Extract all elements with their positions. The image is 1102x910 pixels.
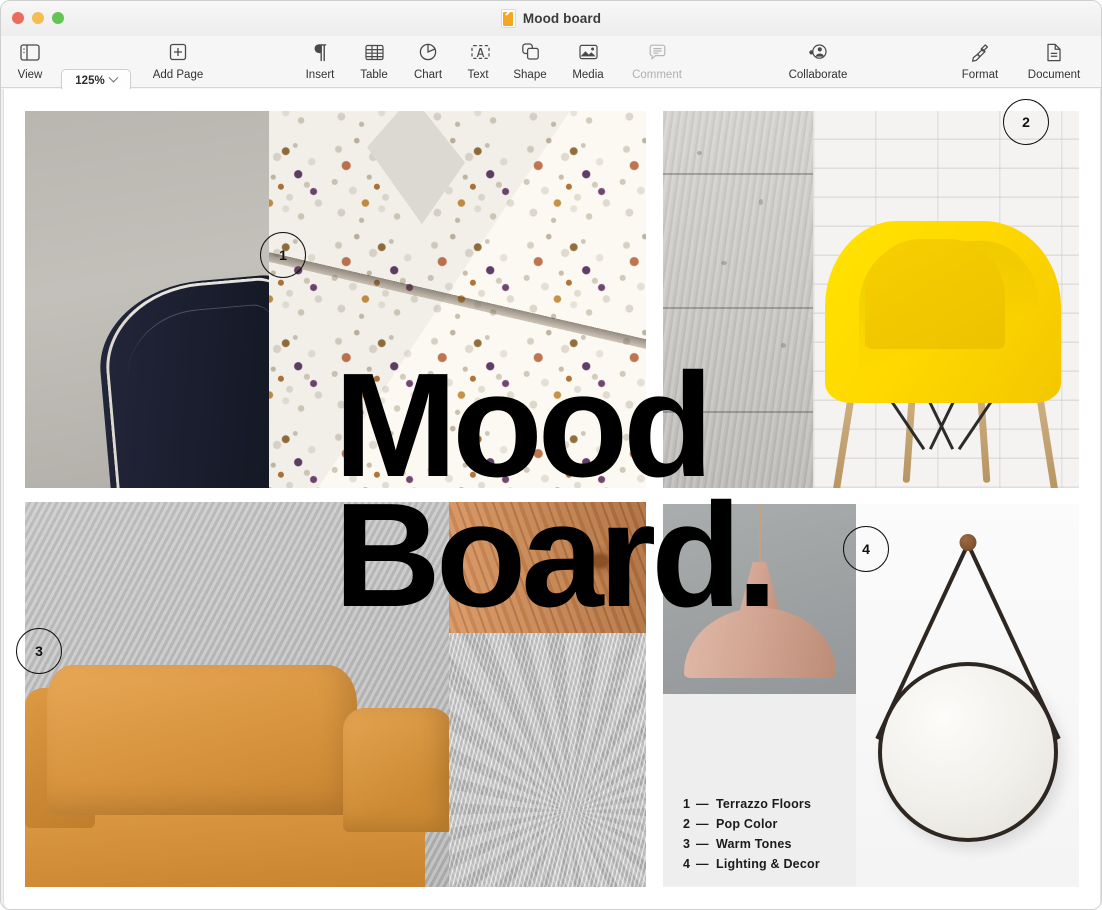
concrete-line-2	[663, 307, 813, 309]
toolbar-format-button[interactable]: Format	[949, 39, 1011, 81]
toolbar-comment-button[interactable]: Comment	[626, 39, 688, 81]
window-title-group: Mood board	[1, 1, 1101, 36]
legend-label: Lighting & Decor	[716, 854, 820, 874]
sofa-arm	[343, 708, 449, 832]
window-titlebar: Mood board	[1, 1, 1101, 36]
terrazzo-texture-photo[interactable]	[269, 111, 646, 488]
toolbar-document-button[interactable]: Document	[1023, 39, 1085, 81]
pages-window: Mood board View 125% Zoom	[0, 0, 1102, 910]
concrete-line-3	[663, 411, 813, 413]
legend-row: 1 — Terrazzo Floors	[683, 794, 820, 814]
toolbar-shape-label: Shape	[513, 69, 546, 81]
legend-dash: —	[696, 834, 716, 854]
toolbar-collaborate-button[interactable]: Collaborate	[787, 39, 849, 81]
badge-4[interactable]: 4	[843, 526, 889, 572]
toolbar-table-label: Table	[360, 69, 388, 81]
toolbar-insert-button[interactable]: Insert	[289, 39, 351, 81]
concrete-speck-2	[759, 199, 763, 205]
paintbrush-icon	[971, 39, 990, 65]
round-mirror-photo[interactable]	[856, 504, 1079, 887]
wood-grain-photo[interactable]	[449, 502, 646, 633]
legend-number: 4	[683, 854, 696, 874]
toolbar: View 125% Zoom Add Page	[1, 36, 1101, 88]
badge-1[interactable]: 1	[260, 232, 306, 278]
collaborate-icon	[808, 39, 828, 65]
legend-dash: —	[696, 854, 716, 874]
comment-icon	[649, 39, 666, 65]
sidebar-icon	[20, 39, 40, 65]
toolbar-add-page-button[interactable]: Add Page	[147, 39, 209, 81]
text-box-icon	[471, 39, 486, 65]
window-title: Mood board	[523, 11, 601, 26]
document-icon	[1046, 39, 1062, 65]
toolbar-shape-button[interactable]: Shape	[499, 39, 561, 81]
yellow-chair-seat	[865, 239, 1005, 349]
toolbar-add-page-label: Add Page	[153, 69, 204, 81]
concrete-speck-4	[781, 343, 786, 348]
toolbar-format-label: Format	[962, 69, 998, 81]
document-canvas[interactable]: 1 — Terrazzo Floors 2 — Pop Color 3 — Wa…	[1, 89, 1101, 909]
lamp-dome	[684, 608, 836, 678]
concrete-speck-5	[689, 397, 693, 401]
pilcrow-icon	[312, 39, 328, 65]
concrete-line-1	[663, 173, 813, 175]
legend-list: 1 — Terrazzo Floors 2 — Pop Color 3 — Wa…	[683, 794, 820, 874]
toolbar-comment-label: Comment	[632, 69, 682, 81]
wood-knot	[577, 544, 623, 578]
legend-dash: —	[696, 814, 716, 834]
grey-fur-photo[interactable]	[449, 633, 646, 887]
legend-row: 4 — Lighting & Decor	[683, 854, 820, 874]
toolbar-insert-label: Insert	[306, 69, 335, 81]
legend-label: Pop Color	[716, 814, 778, 834]
legend-number: 2	[683, 814, 696, 834]
sofa-back-cushion	[47, 665, 357, 815]
toolbar-collaborate-label: Collaborate	[789, 69, 848, 81]
legend-label: Terrazzo Floors	[716, 794, 811, 814]
legend-row: 3 — Warm Tones	[683, 834, 820, 854]
terrazzo-crack	[269, 111, 646, 488]
badge-2[interactable]: 2	[1003, 99, 1049, 145]
mirror-glass	[878, 662, 1058, 842]
legend-number: 1	[683, 794, 696, 814]
toolbar-view-label: View	[18, 69, 43, 81]
legend-label: Warm Tones	[716, 834, 792, 854]
zoom-value: 125%	[75, 75, 104, 87]
toolbar-media-button[interactable]: Media	[557, 39, 619, 81]
tan-sofa-photo[interactable]	[25, 502, 449, 887]
lamp-cord	[759, 504, 761, 566]
concrete-wall-photo[interactable]	[663, 111, 813, 488]
table-icon	[365, 39, 384, 65]
pendant-lamp-photo[interactable]	[663, 504, 856, 694]
legend-number: 3	[683, 834, 696, 854]
toolbar-document-label: Document	[1028, 69, 1080, 81]
pages-document-icon	[501, 9, 516, 28]
plus-page-icon	[169, 39, 187, 65]
legend-panel[interactable]: 1 — Terrazzo Floors 2 — Pop Color 3 — Wa…	[663, 694, 856, 887]
legend-dash: —	[696, 794, 716, 814]
concrete-speck-3	[721, 261, 727, 265]
toolbar-media-label: Media	[572, 69, 603, 81]
toolbar-chart-label: Chart	[414, 69, 442, 81]
toolbar-view-button[interactable]: View	[0, 39, 61, 81]
yellow-chair-photo[interactable]	[813, 111, 1079, 488]
document-page[interactable]: 1 — Terrazzo Floors 2 — Pop Color 3 — Wa…	[4, 89, 1100, 909]
shapes-icon	[521, 39, 540, 65]
toolbar-table-button[interactable]: Table	[343, 39, 405, 81]
badge-3[interactable]: 3	[16, 628, 62, 674]
legend-row: 2 — Pop Color	[683, 814, 820, 834]
mirror-hook	[959, 534, 976, 551]
concrete-speck-1	[697, 151, 702, 155]
photo-icon	[579, 39, 598, 65]
pie-chart-icon	[419, 39, 437, 65]
toolbar-text-label: Text	[467, 69, 488, 81]
chevron-down-icon	[108, 73, 118, 83]
navy-armchair-photo[interactable]	[25, 111, 269, 488]
